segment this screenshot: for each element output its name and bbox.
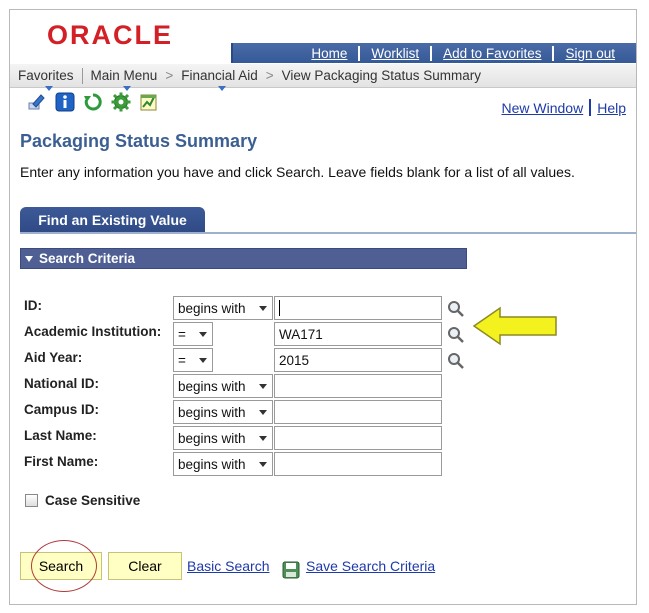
search-criteria-header[interactable]: Search Criteria bbox=[20, 248, 467, 269]
dropdown-arrow-icon bbox=[199, 358, 207, 363]
operator-value: begins with bbox=[178, 456, 246, 472]
operator-value: begins with bbox=[178, 404, 246, 420]
nav-financial-aid-label: Financial Aid bbox=[181, 68, 258, 83]
id-input[interactable] bbox=[274, 296, 442, 320]
callout-arrow-icon bbox=[472, 306, 557, 346]
field-label: Academic Institution: bbox=[24, 324, 162, 339]
top-right-links: New Window Help bbox=[502, 99, 626, 116]
field-row-id: ID: begins with bbox=[24, 296, 484, 320]
refresh-icon[interactable] bbox=[83, 92, 103, 112]
campus-id-input[interactable] bbox=[274, 400, 442, 424]
sign-out-link[interactable]: Sign out bbox=[554, 46, 626, 61]
breadcrumb: Favorites Main Menu > Financial Aid > Vi… bbox=[10, 64, 636, 91]
worklist-link[interactable]: Worklist bbox=[360, 46, 430, 61]
case-sensitive-label: Case Sensitive bbox=[45, 493, 141, 508]
lookup-magnifier-icon[interactable] bbox=[447, 300, 465, 318]
app-window: ORACLE Home Worklist Add to Favorites Si… bbox=[9, 9, 637, 605]
field-label: National ID: bbox=[24, 376, 100, 391]
first-name-input[interactable] bbox=[274, 452, 442, 476]
operator-select[interactable]: begins with bbox=[173, 374, 273, 398]
field-label: Last Name: bbox=[24, 428, 97, 443]
add-to-favorites-link[interactable]: Add to Favorites bbox=[432, 46, 552, 61]
operator-value: begins with bbox=[178, 430, 246, 446]
info-icon[interactable] bbox=[55, 92, 75, 112]
breadcrumb-separator: > bbox=[265, 68, 274, 83]
academic-institution-input[interactable]: WA171 bbox=[274, 322, 442, 346]
dropdown-arrow-icon bbox=[259, 306, 267, 311]
nav-financial-aid[interactable]: Financial Aid bbox=[181, 68, 264, 91]
dropdown-arrow-icon bbox=[259, 436, 267, 441]
field-label: First Name: bbox=[24, 454, 99, 469]
tab-divider bbox=[20, 232, 636, 234]
operator-value: begins with bbox=[178, 378, 246, 394]
edit-icon[interactable] bbox=[27, 92, 47, 112]
national-id-input[interactable] bbox=[274, 374, 442, 398]
field-row-aid-year: Aid Year: = 2015 bbox=[24, 348, 484, 372]
page-title: Packaging Status Summary bbox=[20, 131, 258, 151]
save-disk-icon[interactable] bbox=[282, 561, 300, 579]
operator-select[interactable]: begins with bbox=[173, 296, 273, 320]
operator-select[interactable]: begins with bbox=[173, 452, 273, 476]
field-label: Campus ID: bbox=[24, 402, 100, 417]
new-window-link[interactable]: New Window bbox=[502, 100, 584, 116]
dropdown-arrow-icon bbox=[259, 410, 267, 415]
operator-value: = bbox=[178, 326, 186, 342]
field-row-academic-institution: Academic Institution: = WA171 bbox=[24, 322, 484, 346]
lookup-magnifier-icon[interactable] bbox=[447, 352, 465, 370]
field-row-last-name: Last Name: begins with bbox=[24, 426, 484, 450]
dropdown-arrow-icon bbox=[199, 332, 207, 337]
nav-main-menu[interactable]: Main Menu bbox=[90, 68, 164, 91]
aid-year-input[interactable]: 2015 bbox=[274, 348, 442, 372]
caret-down-icon bbox=[218, 86, 227, 91]
field-row-campus-id: Campus ID: begins with bbox=[24, 400, 484, 424]
case-sensitive-option: Case Sensitive bbox=[25, 493, 140, 508]
nav-current-page: View Packaging Status Summary bbox=[281, 68, 481, 83]
nav-main-menu-label: Main Menu bbox=[90, 68, 158, 83]
caret-down-icon bbox=[122, 86, 131, 91]
dropdown-arrow-icon bbox=[259, 384, 267, 389]
field-row-national-id: National ID: begins with bbox=[24, 374, 484, 398]
operator-select[interactable]: begins with bbox=[173, 400, 273, 424]
settings-icon[interactable] bbox=[111, 92, 131, 112]
collapse-triangle-icon bbox=[25, 255, 33, 262]
operator-select[interactable]: = bbox=[173, 348, 213, 372]
nav-favorites[interactable]: Favorites bbox=[18, 68, 80, 91]
last-name-input[interactable] bbox=[274, 426, 442, 450]
lookup-magnifier-icon[interactable] bbox=[447, 326, 465, 344]
highlight-circle bbox=[31, 540, 97, 592]
divider bbox=[589, 99, 592, 116]
basic-search-link[interactable]: Basic Search bbox=[187, 558, 269, 574]
field-label: Aid Year: bbox=[24, 350, 83, 365]
tab-find-existing-value[interactable]: Find an Existing Value bbox=[20, 207, 205, 233]
nav-favorites-label: Favorites bbox=[18, 68, 74, 83]
oracle-logo: ORACLE bbox=[47, 20, 173, 50]
case-sensitive-checkbox[interactable] bbox=[25, 494, 38, 507]
operator-value: begins with bbox=[178, 300, 246, 316]
search-criteria-label: Search Criteria bbox=[39, 251, 136, 266]
field-label: ID: bbox=[24, 298, 42, 313]
clear-button[interactable]: Clear bbox=[108, 552, 182, 580]
instructions-text: Enter any information you have and click… bbox=[20, 164, 575, 180]
home-link[interactable]: Home bbox=[300, 46, 358, 61]
chart-icon[interactable] bbox=[139, 92, 159, 112]
header-links: Home Worklist Add to Favorites Sign out bbox=[300, 43, 626, 63]
header: ORACLE Home Worklist Add to Favorites Si… bbox=[10, 10, 636, 64]
dropdown-arrow-icon bbox=[259, 462, 267, 467]
operator-value: = bbox=[178, 352, 186, 368]
breadcrumb-separator: > bbox=[165, 68, 174, 83]
field-row-first-name: First Name: begins with bbox=[24, 452, 484, 476]
toolbar bbox=[27, 92, 159, 112]
caret-down-icon bbox=[44, 86, 53, 91]
operator-select[interactable]: = bbox=[173, 322, 213, 346]
save-search-criteria-link[interactable]: Save Search Criteria bbox=[306, 558, 435, 574]
operator-select[interactable]: begins with bbox=[173, 426, 273, 450]
divider bbox=[81, 67, 83, 84]
help-link[interactable]: Help bbox=[597, 100, 626, 116]
